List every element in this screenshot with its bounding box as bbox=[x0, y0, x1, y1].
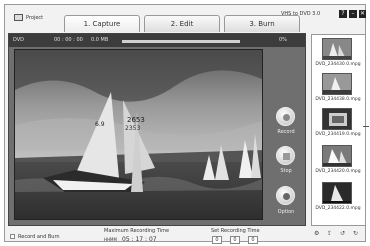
app-title: VHS to DVD 3.0 bbox=[281, 11, 321, 17]
sail-number-b: 2653 bbox=[127, 116, 145, 124]
file-name[interactable]: DVD_234420.0.mpg bbox=[313, 169, 363, 174]
elapsed-time: 00 : 00 : 00 bbox=[54, 37, 83, 43]
callout-line bbox=[363, 126, 369, 127]
max-time-label: Maximum Recording Time bbox=[104, 228, 170, 234]
file-thumbnail[interactable] bbox=[322, 145, 352, 167]
file-name[interactable]: DVD_234419.0.mpg bbox=[313, 132, 363, 137]
close-button[interactable]: ✕ bbox=[359, 10, 366, 18]
file-thumbnail[interactable] bbox=[322, 73, 352, 95]
record-and-burn-label: Record and Burn bbox=[18, 234, 60, 240]
stop-button[interactable] bbox=[276, 146, 295, 165]
file-thumbnail[interactable] bbox=[322, 108, 352, 130]
project-button[interactable]: Project bbox=[12, 12, 54, 24]
file-name[interactable]: DVD_234422.0.mpg bbox=[313, 206, 363, 211]
stop-icon bbox=[283, 153, 290, 160]
sail-number-c: 2353 bbox=[125, 125, 140, 132]
progress-percent: 0% bbox=[279, 37, 287, 43]
set-seconds-field[interactable]: 0 bbox=[248, 236, 258, 244]
max-time-value: 05 : 17 : 07 bbox=[122, 236, 157, 243]
sailboat-scene: 6.9 2653 2353 bbox=[15, 50, 262, 219]
set-minutes-field[interactable]: 0 bbox=[230, 236, 240, 244]
progress-fill bbox=[122, 40, 240, 43]
rotate-right-icon[interactable]: ↻ bbox=[353, 230, 358, 237]
file-thumbnail[interactable] bbox=[322, 38, 352, 60]
tab-burn[interactable]: 3. Burn bbox=[224, 15, 300, 32]
tab-edit[interactable]: 2. Edit bbox=[144, 15, 220, 32]
video-preview: 6.9 2653 2353 bbox=[14, 49, 263, 220]
record-label: Record bbox=[277, 129, 295, 135]
import-icon[interactable]: ⚙ bbox=[314, 230, 319, 237]
minimize-button[interactable]: – bbox=[349, 10, 357, 18]
record-button[interactable] bbox=[276, 107, 295, 126]
format-label: DVD bbox=[13, 37, 25, 43]
option-label: Option bbox=[277, 209, 295, 215]
file-thumbnail[interactable] bbox=[322, 182, 352, 204]
gear-icon bbox=[283, 193, 290, 200]
record-icon bbox=[283, 114, 290, 121]
project-icon bbox=[14, 14, 23, 21]
option-button[interactable] bbox=[276, 186, 295, 205]
sail-number-a: 6.9 bbox=[95, 121, 105, 128]
record-and-burn-checkbox[interactable] bbox=[10, 234, 15, 239]
file-name[interactable]: DVD_234430.0.mpg bbox=[313, 62, 363, 67]
project-label: Project bbox=[26, 15, 44, 21]
tab-capture[interactable]: 1. Capture bbox=[64, 15, 140, 32]
max-time-prefix: HHMM bbox=[104, 237, 117, 242]
help-button[interactable]: ? bbox=[339, 10, 347, 18]
set-hours-field[interactable]: 0 bbox=[212, 236, 222, 244]
tab-edit-label: 2. Edit bbox=[170, 20, 194, 28]
file-size: 0.0 MB bbox=[91, 37, 109, 43]
rotate-left-icon[interactable]: ↺ bbox=[340, 230, 345, 237]
set-time-label: Set Recording Time bbox=[211, 228, 260, 234]
progress-bar bbox=[122, 40, 240, 43]
file-name[interactable]: DVD_234438.0.mpg bbox=[313, 97, 363, 102]
tab-capture-label: 1. Capture bbox=[83, 20, 121, 28]
stop-label: Stop bbox=[280, 168, 292, 174]
tab-burn-label: 3. Burn bbox=[249, 20, 275, 28]
export-icon[interactable]: ⇪ bbox=[327, 230, 332, 237]
